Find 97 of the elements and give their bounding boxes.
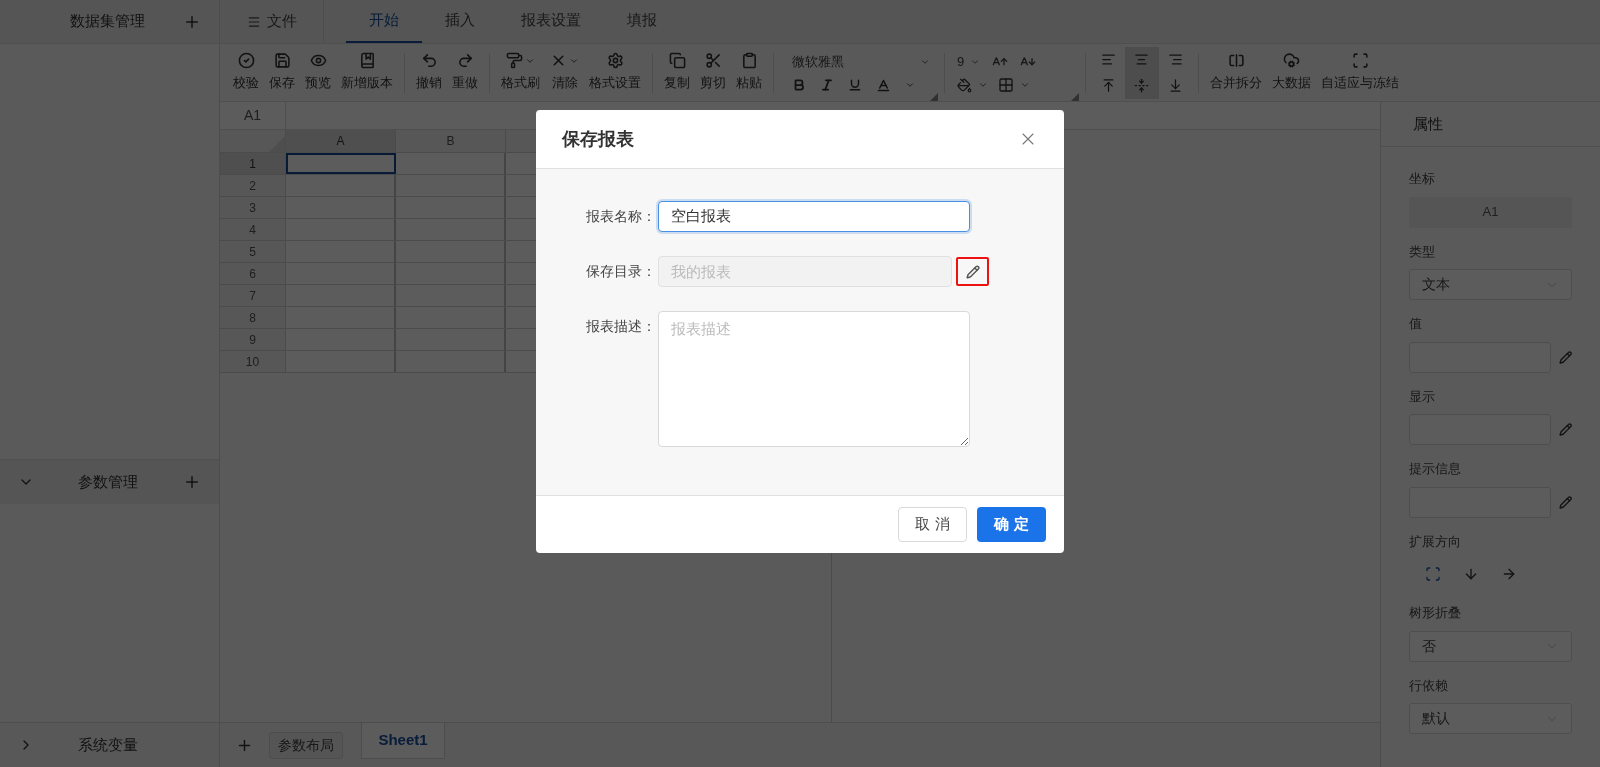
selected-cell[interactable]: [286, 153, 396, 174]
align-icon: [1134, 78, 1150, 93]
input-field[interactable]: 空白报表: [658, 201, 970, 232]
select-field[interactable]: 默认: [1409, 703, 1572, 734]
dialog-title: 保存报表: [562, 127, 635, 151]
bold-icon[interactable]: [792, 78, 806, 93]
toolbar-button[interactable]: 合并拆分: [1205, 45, 1267, 100]
toolbar-button[interactable]: 大数据: [1267, 45, 1316, 100]
section-title: 系统变量: [78, 734, 139, 755]
arrow-right-icon[interactable]: [1501, 566, 1517, 582]
align-icon: [1167, 52, 1183, 67]
toolbar-icon: [273, 52, 291, 70]
panel-title: 数据集管理: [70, 11, 146, 32]
row-header[interactable]: 8: [220, 307, 286, 328]
align-icon: [1101, 52, 1117, 67]
toolbar-icon: [1227, 52, 1245, 70]
field-label: 保存目录：: [585, 262, 657, 281]
toolbar-button[interactable]: 清除: [545, 45, 584, 100]
toolbar-button[interactable]: 重做: [447, 45, 483, 100]
file-menu[interactable]: 文件: [220, 0, 324, 43]
field-label: 扩展方向: [1409, 532, 1462, 551]
row-header[interactable]: 9: [220, 329, 286, 350]
toolbar-button[interactable]: 校验: [228, 45, 264, 100]
add-icon[interactable]: [183, 473, 201, 491]
row-header[interactable]: 6: [220, 263, 286, 284]
ribbon-tab[interactable]: 填报: [604, 0, 680, 43]
toolbar-button[interactable]: 格式设置: [584, 45, 646, 100]
edit-icon[interactable]: [1558, 494, 1572, 510]
corner-launcher-icon[interactable]: [1071, 93, 1079, 101]
field-label: 显示: [1409, 387, 1436, 406]
corner-launcher-icon[interactable]: [930, 93, 938, 101]
field-label: 报表描述：: [585, 317, 657, 336]
toolbar-button[interactable]: 自适应与冻结: [1316, 45, 1404, 100]
cancel-button[interactable]: 取 消: [898, 507, 967, 542]
column-header[interactable]: B: [396, 130, 506, 152]
field-label: 坐标: [1409, 170, 1436, 188]
edit-button[interactable]: [956, 257, 989, 286]
edit-icon[interactable]: [1558, 422, 1572, 437]
field-label: 值: [1409, 315, 1423, 333]
toolbar-button[interactable]: 粘贴: [731, 45, 767, 100]
toolbar-button[interactable]: 剪切: [695, 45, 731, 100]
select-field[interactable]: 否: [1409, 630, 1572, 662]
toolbar-button[interactable]: 保存: [264, 45, 300, 100]
caret-icon: [920, 57, 930, 67]
italic-icon[interactable]: [820, 78, 834, 93]
row-header[interactable]: 3: [220, 197, 286, 218]
toolbar-icon: [606, 52, 624, 70]
row-header[interactable]: 7: [220, 285, 286, 306]
toolbar-button[interactable]: 格式刷: [496, 45, 545, 100]
toolbar-icon: [506, 52, 523, 70]
toolbar-icon: [420, 52, 438, 70]
column-header[interactable]: A: [286, 130, 396, 152]
toolbar-icon: [456, 52, 474, 70]
row-header[interactable]: 5: [220, 241, 286, 262]
toolbar-icon: [704, 52, 722, 70]
font-size-select[interactable]: 9: [957, 51, 981, 72]
toolbar-icon: [358, 52, 376, 70]
section-header[interactable]: 参数管理: [0, 459, 219, 504]
align-icon: [1134, 52, 1150, 67]
toolbar-icon: [740, 52, 758, 70]
toolbar-button[interactable]: 复制: [659, 45, 695, 100]
align-button[interactable]: [1125, 46, 1159, 73]
toolbar-icon: [668, 52, 686, 70]
menu-icon: [246, 14, 261, 29]
row-header[interactable]: 2: [220, 175, 286, 196]
toolbar-icon: [237, 52, 255, 70]
row-header[interactable]: 1: [220, 153, 286, 174]
toolbar-button[interactable]: 预览: [300, 45, 336, 100]
toolbar-button[interactable]: 新增版本: [336, 45, 398, 100]
name-box[interactable]: A1: [220, 102, 286, 129]
row-header[interactable]: 4: [220, 219, 286, 240]
border-icon[interactable]: [998, 77, 1014, 94]
field-label: 报表名称：: [585, 207, 657, 226]
underline-icon[interactable]: [848, 78, 862, 93]
layout-button[interactable]: 参数布局: [269, 731, 343, 759]
row-header[interactable]: 10: [220, 351, 286, 372]
panel-title: 属性: [1413, 113, 1443, 134]
edit-icon: [965, 264, 980, 279]
expand-icon[interactable]: [1425, 566, 1441, 582]
select-field[interactable]: 文本: [1409, 269, 1572, 300]
font-color-icon[interactable]: [876, 77, 891, 93]
section-title: 参数管理: [78, 471, 139, 492]
field-label: 树形折叠: [1409, 604, 1462, 622]
description-field[interactable]: 报表描述: [658, 311, 970, 447]
edit-icon[interactable]: [1558, 349, 1572, 365]
confirm-button[interactable]: 确 定: [977, 507, 1046, 542]
sheet-tab[interactable]: Sheet1: [361, 723, 445, 759]
field-label: 提示信息: [1409, 460, 1462, 478]
font-family-select[interactable]: 微软雅黑: [792, 52, 930, 72]
toolbar-icon: [1351, 52, 1369, 70]
toolbar-button[interactable]: 撤销: [411, 45, 447, 100]
fill-color-icon[interactable]: [957, 77, 972, 93]
field-label: 类型: [1409, 242, 1436, 261]
field-label: 行依赖: [1409, 676, 1449, 695]
align-button[interactable]: [1125, 72, 1159, 99]
ribbon-tab[interactable]: 插入: [422, 0, 498, 43]
toolbar-icon: [1283, 52, 1300, 70]
